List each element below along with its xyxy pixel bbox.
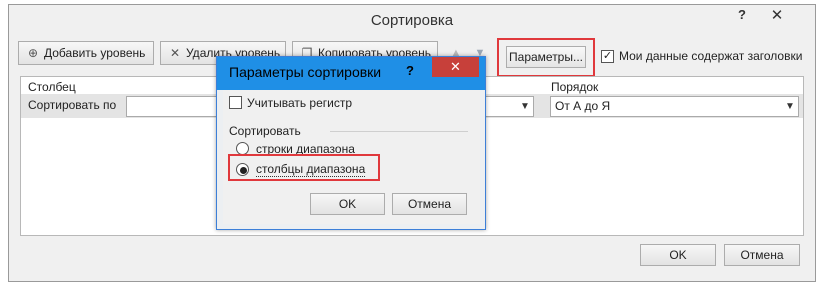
sort-columns-highlight [228, 154, 380, 181]
sort-by-label: Сортировать по [28, 98, 117, 112]
close-icon[interactable]: ✕ [432, 57, 479, 77]
options-button-highlight [497, 38, 595, 77]
ok-button[interactable]: OK [640, 244, 716, 266]
delete-icon: ✕ [169, 46, 181, 60]
order-value: От А до Я [555, 99, 611, 113]
orientation-group-label: Сортировать [229, 124, 301, 138]
cancel-button[interactable]: Отмена [724, 244, 800, 266]
group-divider [330, 131, 468, 132]
has-headers-checkbox[interactable]: ✓ [601, 50, 614, 63]
add-level-icon: ⊕ [27, 46, 39, 60]
options-ok-button[interactable]: OK [310, 193, 385, 215]
chevron-down-icon[interactable]: ▼ [517, 97, 533, 116]
column-header: Столбец [28, 80, 76, 94]
add-level-label: Добавить уровень [44, 46, 146, 60]
add-level-button[interactable]: ⊕ Добавить уровень [18, 41, 154, 65]
chevron-down-icon[interactable]: ▼ [782, 97, 798, 116]
help-icon[interactable]: ? [406, 63, 418, 78]
case-sensitive-label: Учитывать регистр [247, 96, 353, 110]
order-header: Порядок [551, 80, 599, 94]
has-headers-label: Мои данные содержат заголовки [619, 49, 803, 63]
help-icon[interactable]: ? [734, 7, 750, 23]
close-icon[interactable]: ✕ [768, 6, 786, 24]
dialog-title: Сортировка [370, 12, 454, 29]
case-sensitive-checkbox[interactable] [229, 96, 242, 109]
sort-options-title: Параметры сортировки [229, 64, 382, 80]
options-cancel-button[interactable]: Отмена [392, 193, 467, 215]
